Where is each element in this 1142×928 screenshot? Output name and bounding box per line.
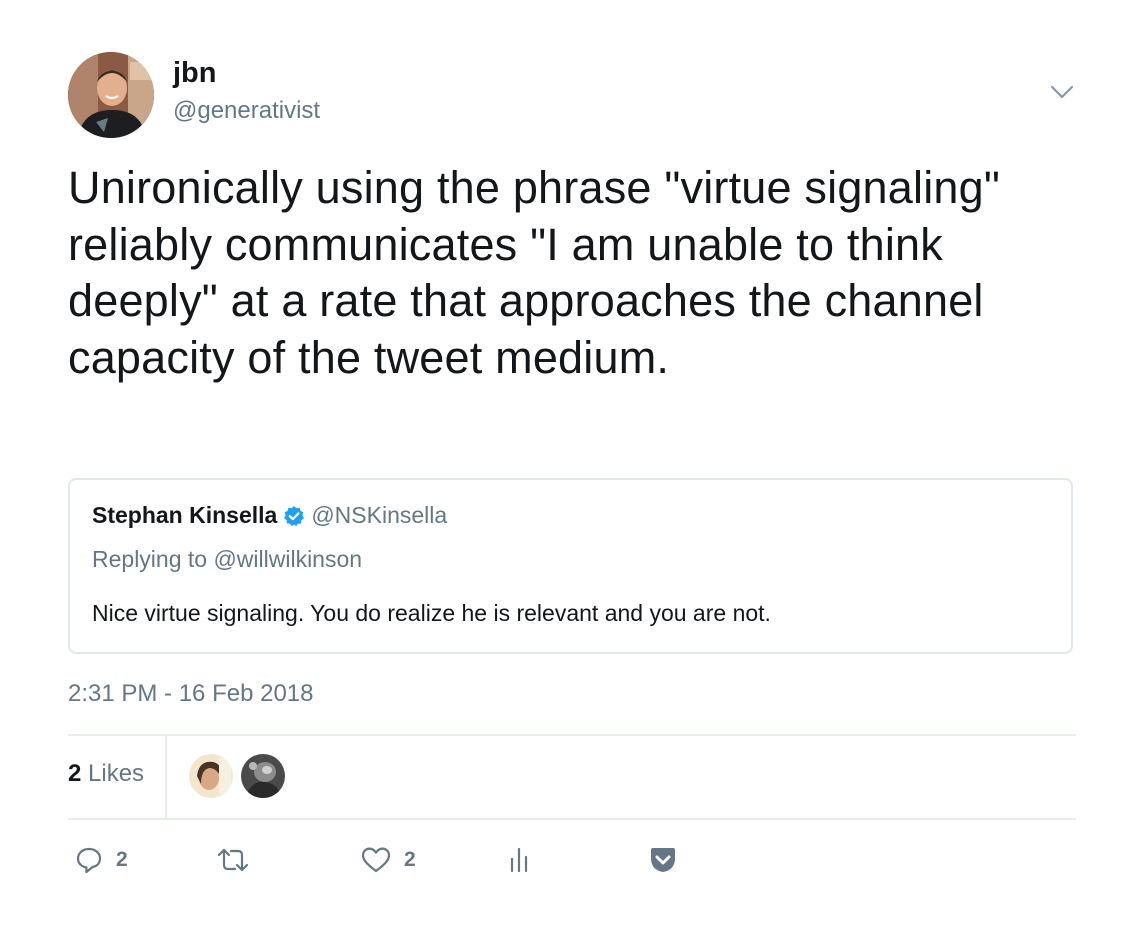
chevron-down-icon[interactable] bbox=[1046, 80, 1078, 104]
stats-separator bbox=[165, 736, 167, 818]
analytics-button[interactable] bbox=[508, 838, 532, 882]
retweet-button[interactable] bbox=[216, 838, 262, 882]
likes-count: 2 bbox=[68, 760, 82, 787]
tweet-timestamp[interactable]: 2:31 PM - 16 Feb 2018 bbox=[68, 678, 313, 710]
retweet-icon bbox=[216, 845, 250, 875]
divider bbox=[68, 818, 1076, 820]
likes-label: Likes bbox=[88, 760, 145, 787]
analytics-icon bbox=[508, 845, 532, 875]
pocket-button[interactable] bbox=[648, 838, 678, 882]
liker-avatar[interactable] bbox=[241, 754, 285, 798]
reply-icon bbox=[74, 845, 104, 875]
reply-button[interactable]: 2 bbox=[74, 838, 128, 882]
likes-stat[interactable]: 2 Likes bbox=[68, 758, 144, 790]
reply-count: 2 bbox=[116, 848, 128, 871]
verified-badge-icon bbox=[283, 505, 305, 527]
tweet-actions: 2 2 bbox=[68, 838, 1076, 882]
author-avatar[interactable] bbox=[68, 52, 154, 138]
liker-avatar[interactable] bbox=[189, 754, 233, 798]
pocket-icon bbox=[648, 845, 678, 875]
tweet-stats: 2 Likes bbox=[68, 736, 1076, 818]
like-button[interactable]: 2 bbox=[360, 838, 416, 882]
quoted-tweet[interactable]: Stephan Kinsella @NSKinsella Replying to… bbox=[68, 478, 1073, 654]
heart-icon bbox=[360, 845, 392, 875]
quoted-author-name: Stephan Kinsella bbox=[92, 502, 278, 528]
replying-to-label: Replying to @willwilkinson bbox=[92, 546, 363, 572]
author-handle[interactable]: @generativist bbox=[173, 95, 320, 127]
quoted-tweet-text: Nice virtue signaling. You do realize he… bbox=[92, 600, 771, 626]
tweet-card: jbn @generativist Unironically using the… bbox=[0, 0, 1142, 928]
quoted-author-handle: @NSKinsella bbox=[311, 502, 448, 528]
quoted-tweet-header: Stephan Kinsella @NSKinsella bbox=[92, 502, 447, 529]
tweet-text: Unironically using the phrase "virtue si… bbox=[68, 162, 1001, 383]
author-display-name[interactable]: jbn bbox=[173, 55, 217, 91]
like-count: 2 bbox=[404, 848, 416, 871]
